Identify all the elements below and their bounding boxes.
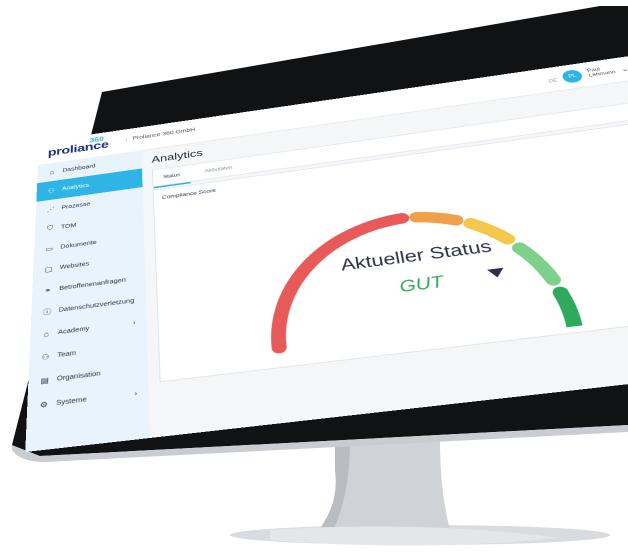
sidebar-item-label: Datenschutzverletzung bbox=[58, 297, 135, 314]
chevron-right-icon: › bbox=[134, 390, 138, 398]
sidebar-item-label: Dokumente bbox=[60, 239, 97, 250]
gears-icon: ⚙ bbox=[39, 399, 49, 410]
shield-icon: ⛉ bbox=[46, 224, 54, 233]
chevron-right-icon: › bbox=[133, 319, 136, 327]
gauge-segment-green bbox=[561, 292, 575, 327]
sidebar-item-label: Prozesse bbox=[61, 201, 91, 211]
sidebar-item-label: Organisation bbox=[56, 370, 101, 382]
compliance-gauge: Aktueller Status GUT bbox=[210, 148, 628, 368]
building-icon: ▤ bbox=[40, 375, 50, 385]
sidebar-item-label: TOM bbox=[60, 222, 77, 230]
company-name: Proliance 360 GmbH bbox=[125, 127, 196, 143]
sidebar-item-label: Systeme bbox=[56, 396, 87, 407]
sidebar-item-label: Analytics bbox=[61, 182, 90, 192]
alert-icon: ⓘ bbox=[42, 307, 52, 316]
sidebar-item-label: Academy bbox=[58, 325, 90, 336]
avatar[interactable]: PL bbox=[560, 68, 585, 84]
folder-icon: ▭ bbox=[45, 244, 54, 253]
card-title: Compliance Score bbox=[161, 187, 217, 201]
sidebar-item-label: Websites bbox=[59, 260, 90, 271]
sidebar-item-label: Team bbox=[57, 349, 77, 359]
graduation-icon: ⌂ bbox=[43, 329, 50, 339]
page-title: Analytics bbox=[151, 147, 204, 165]
user-name: Paul Lehmann bbox=[587, 65, 617, 78]
chevron-down-icon[interactable]: ⌄ bbox=[620, 65, 628, 72]
language-label: DE bbox=[548, 78, 559, 84]
sidebar-item-label: Betroffenenanfragen bbox=[59, 277, 126, 292]
process-icon: ⋰ bbox=[46, 205, 55, 214]
gauge-segment-orange bbox=[416, 212, 456, 225]
window-icon: ▢ bbox=[44, 264, 53, 274]
sidebar-item-label: Dashboard bbox=[62, 163, 96, 173]
sidebar: ⌂ Dashboard ⚇ Analytics ⋰ Prozesse ⛉ TOM ▭ Do… bbox=[25, 150, 150, 453]
analytics-icon: ⚇ bbox=[47, 186, 55, 195]
people-icon: ⚭ bbox=[44, 285, 52, 295]
team-icon: ⚇ bbox=[41, 352, 50, 362]
home-icon: ⌂ bbox=[49, 168, 55, 176]
language-switch[interactable]: ◌ DE bbox=[547, 75, 559, 84]
